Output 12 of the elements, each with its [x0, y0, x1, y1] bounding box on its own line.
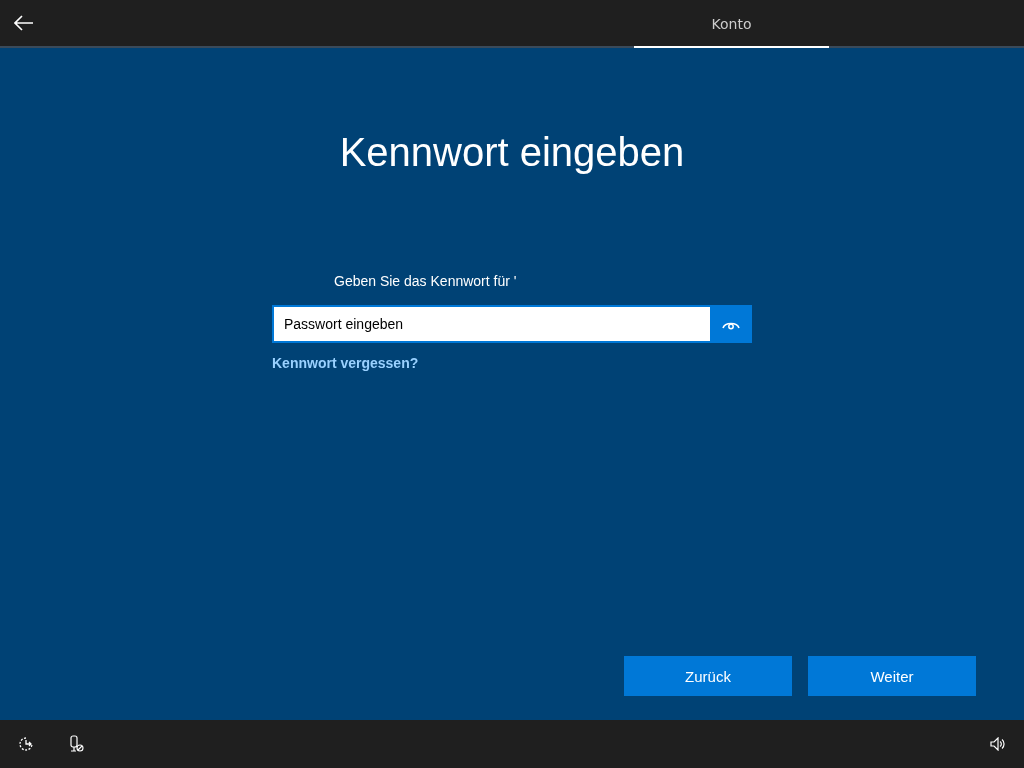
page-title: Kennwort eingeben — [339, 130, 685, 175]
accessibility-icon[interactable] — [18, 736, 34, 752]
back-icon[interactable] — [14, 15, 34, 31]
forgot-password-link[interactable]: Kennwort vergessen? — [272, 355, 419, 371]
password-field[interactable]: Passwort eingeben — [272, 305, 710, 343]
show-password-button[interactable] — [710, 305, 752, 343]
back-button[interactable]: Zurück — [624, 656, 792, 696]
microphone-off-icon[interactable] — [68, 735, 84, 753]
tab[interactable]: Konto — [634, 0, 829, 48]
next-button[interactable]: Weiter — [808, 656, 976, 696]
volume-icon[interactable] — [990, 737, 1006, 751]
prompt-text: Geben Sie das Kennwort für ' — [334, 273, 518, 289]
